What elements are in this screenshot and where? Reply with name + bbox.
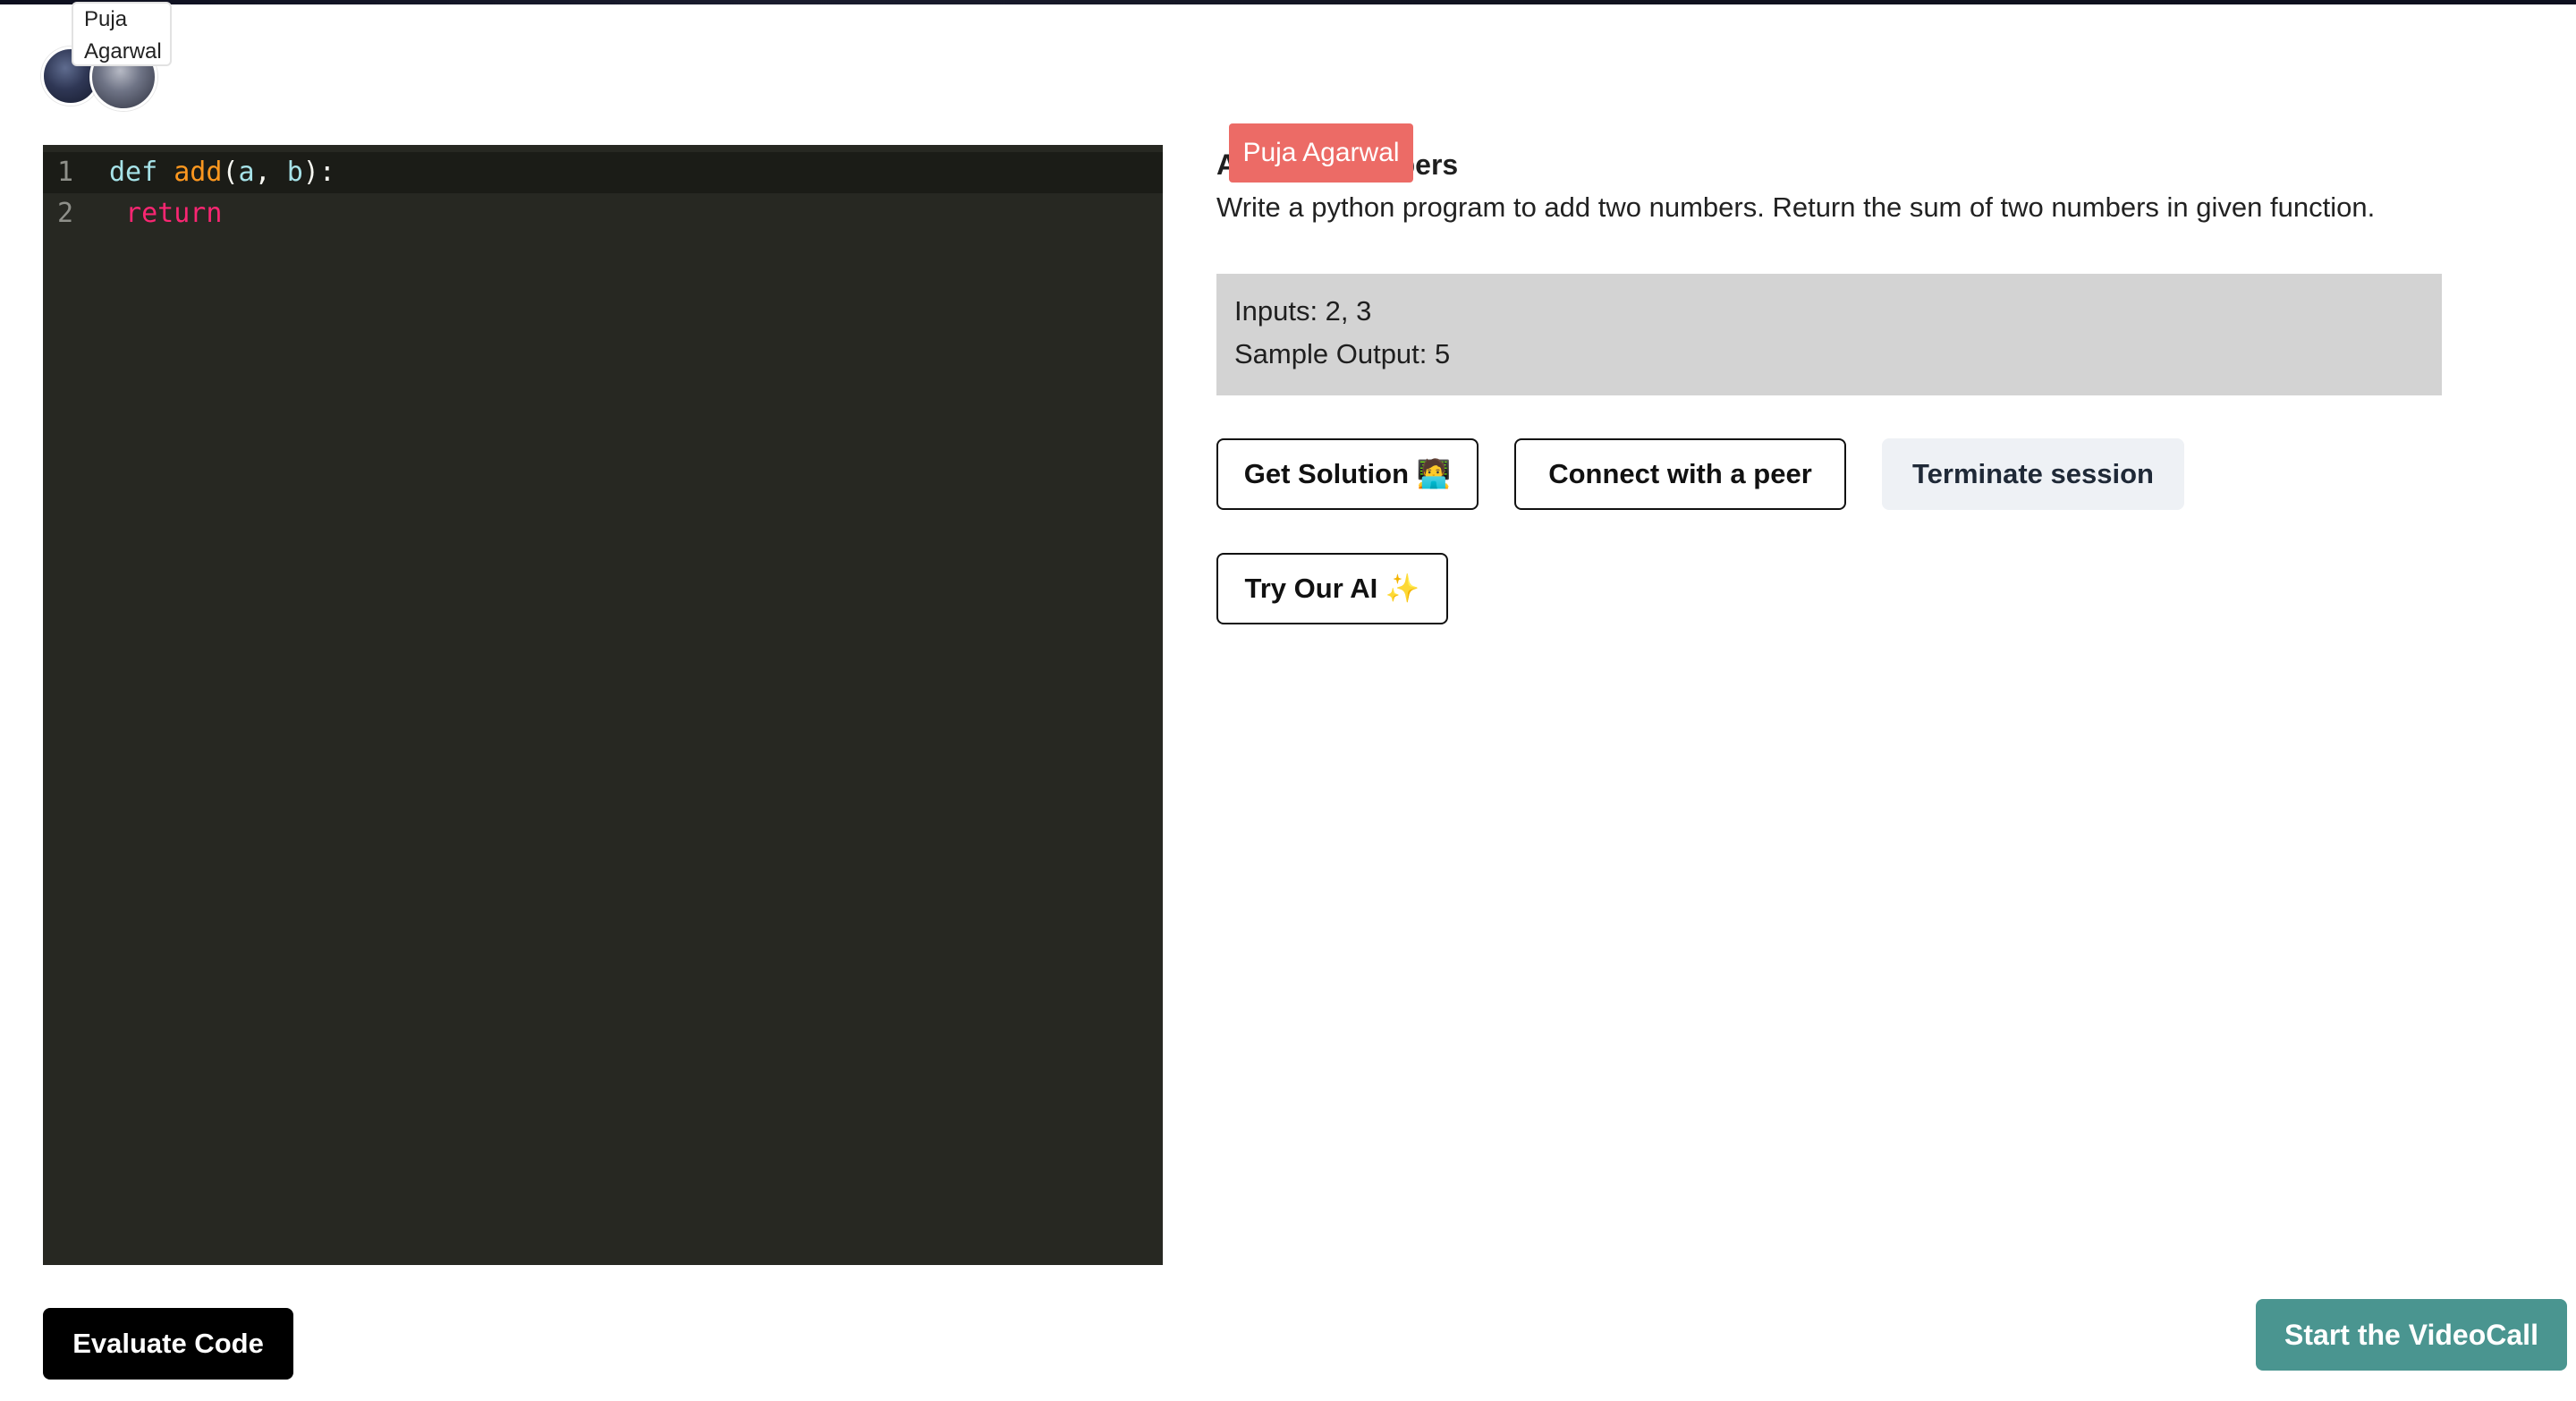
question-description: Write a python program to add two number… xyxy=(1216,191,2376,223)
line-code[interactable]: return xyxy=(109,193,222,234)
sparkles-icon: ✨ xyxy=(1385,573,1420,604)
participant-tooltip: Puja Agarwal xyxy=(72,2,172,66)
top-strip xyxy=(0,0,2576,4)
evaluate-code-button[interactable]: Evaluate Code xyxy=(43,1308,293,1380)
try-ai-label: Try Our AI xyxy=(1244,573,1378,604)
peer-name-label: Puja Agarwal xyxy=(1229,123,1413,183)
editor-line[interactable]: 2 return xyxy=(43,193,1163,234)
get-solution-button[interactable]: Get Solution 🧑‍💻 xyxy=(1216,438,1479,510)
tooltip-name: Puja Agarwal xyxy=(84,7,162,64)
editor-line[interactable]: 1 def add(a, b): xyxy=(43,152,1163,193)
sample-io-box: Inputs: 2, 3 Sample Output: 5 xyxy=(1216,274,2442,395)
sample-inputs: Inputs: 2, 3 xyxy=(1234,295,1372,327)
terminate-session-button[interactable]: Terminate session xyxy=(1882,438,2184,510)
technologist-icon: 🧑‍💻 xyxy=(1416,458,1452,489)
start-videocall-button[interactable]: Start the VideoCall xyxy=(2256,1299,2567,1371)
sample-output: Sample Output: 5 xyxy=(1234,338,1451,369)
connect-peer-button[interactable]: Connect with a peer xyxy=(1514,438,1846,510)
code-editor[interactable]: 1 def add(a, b): 2 return xyxy=(43,145,1163,1265)
try-ai-button[interactable]: Try Our AI ✨ xyxy=(1216,553,1448,624)
line-number: 1 xyxy=(57,157,74,188)
line-number: 2 xyxy=(57,198,74,229)
line-code[interactable]: def add(a, b): xyxy=(109,152,335,193)
get-solution-label: Get Solution xyxy=(1243,458,1410,489)
